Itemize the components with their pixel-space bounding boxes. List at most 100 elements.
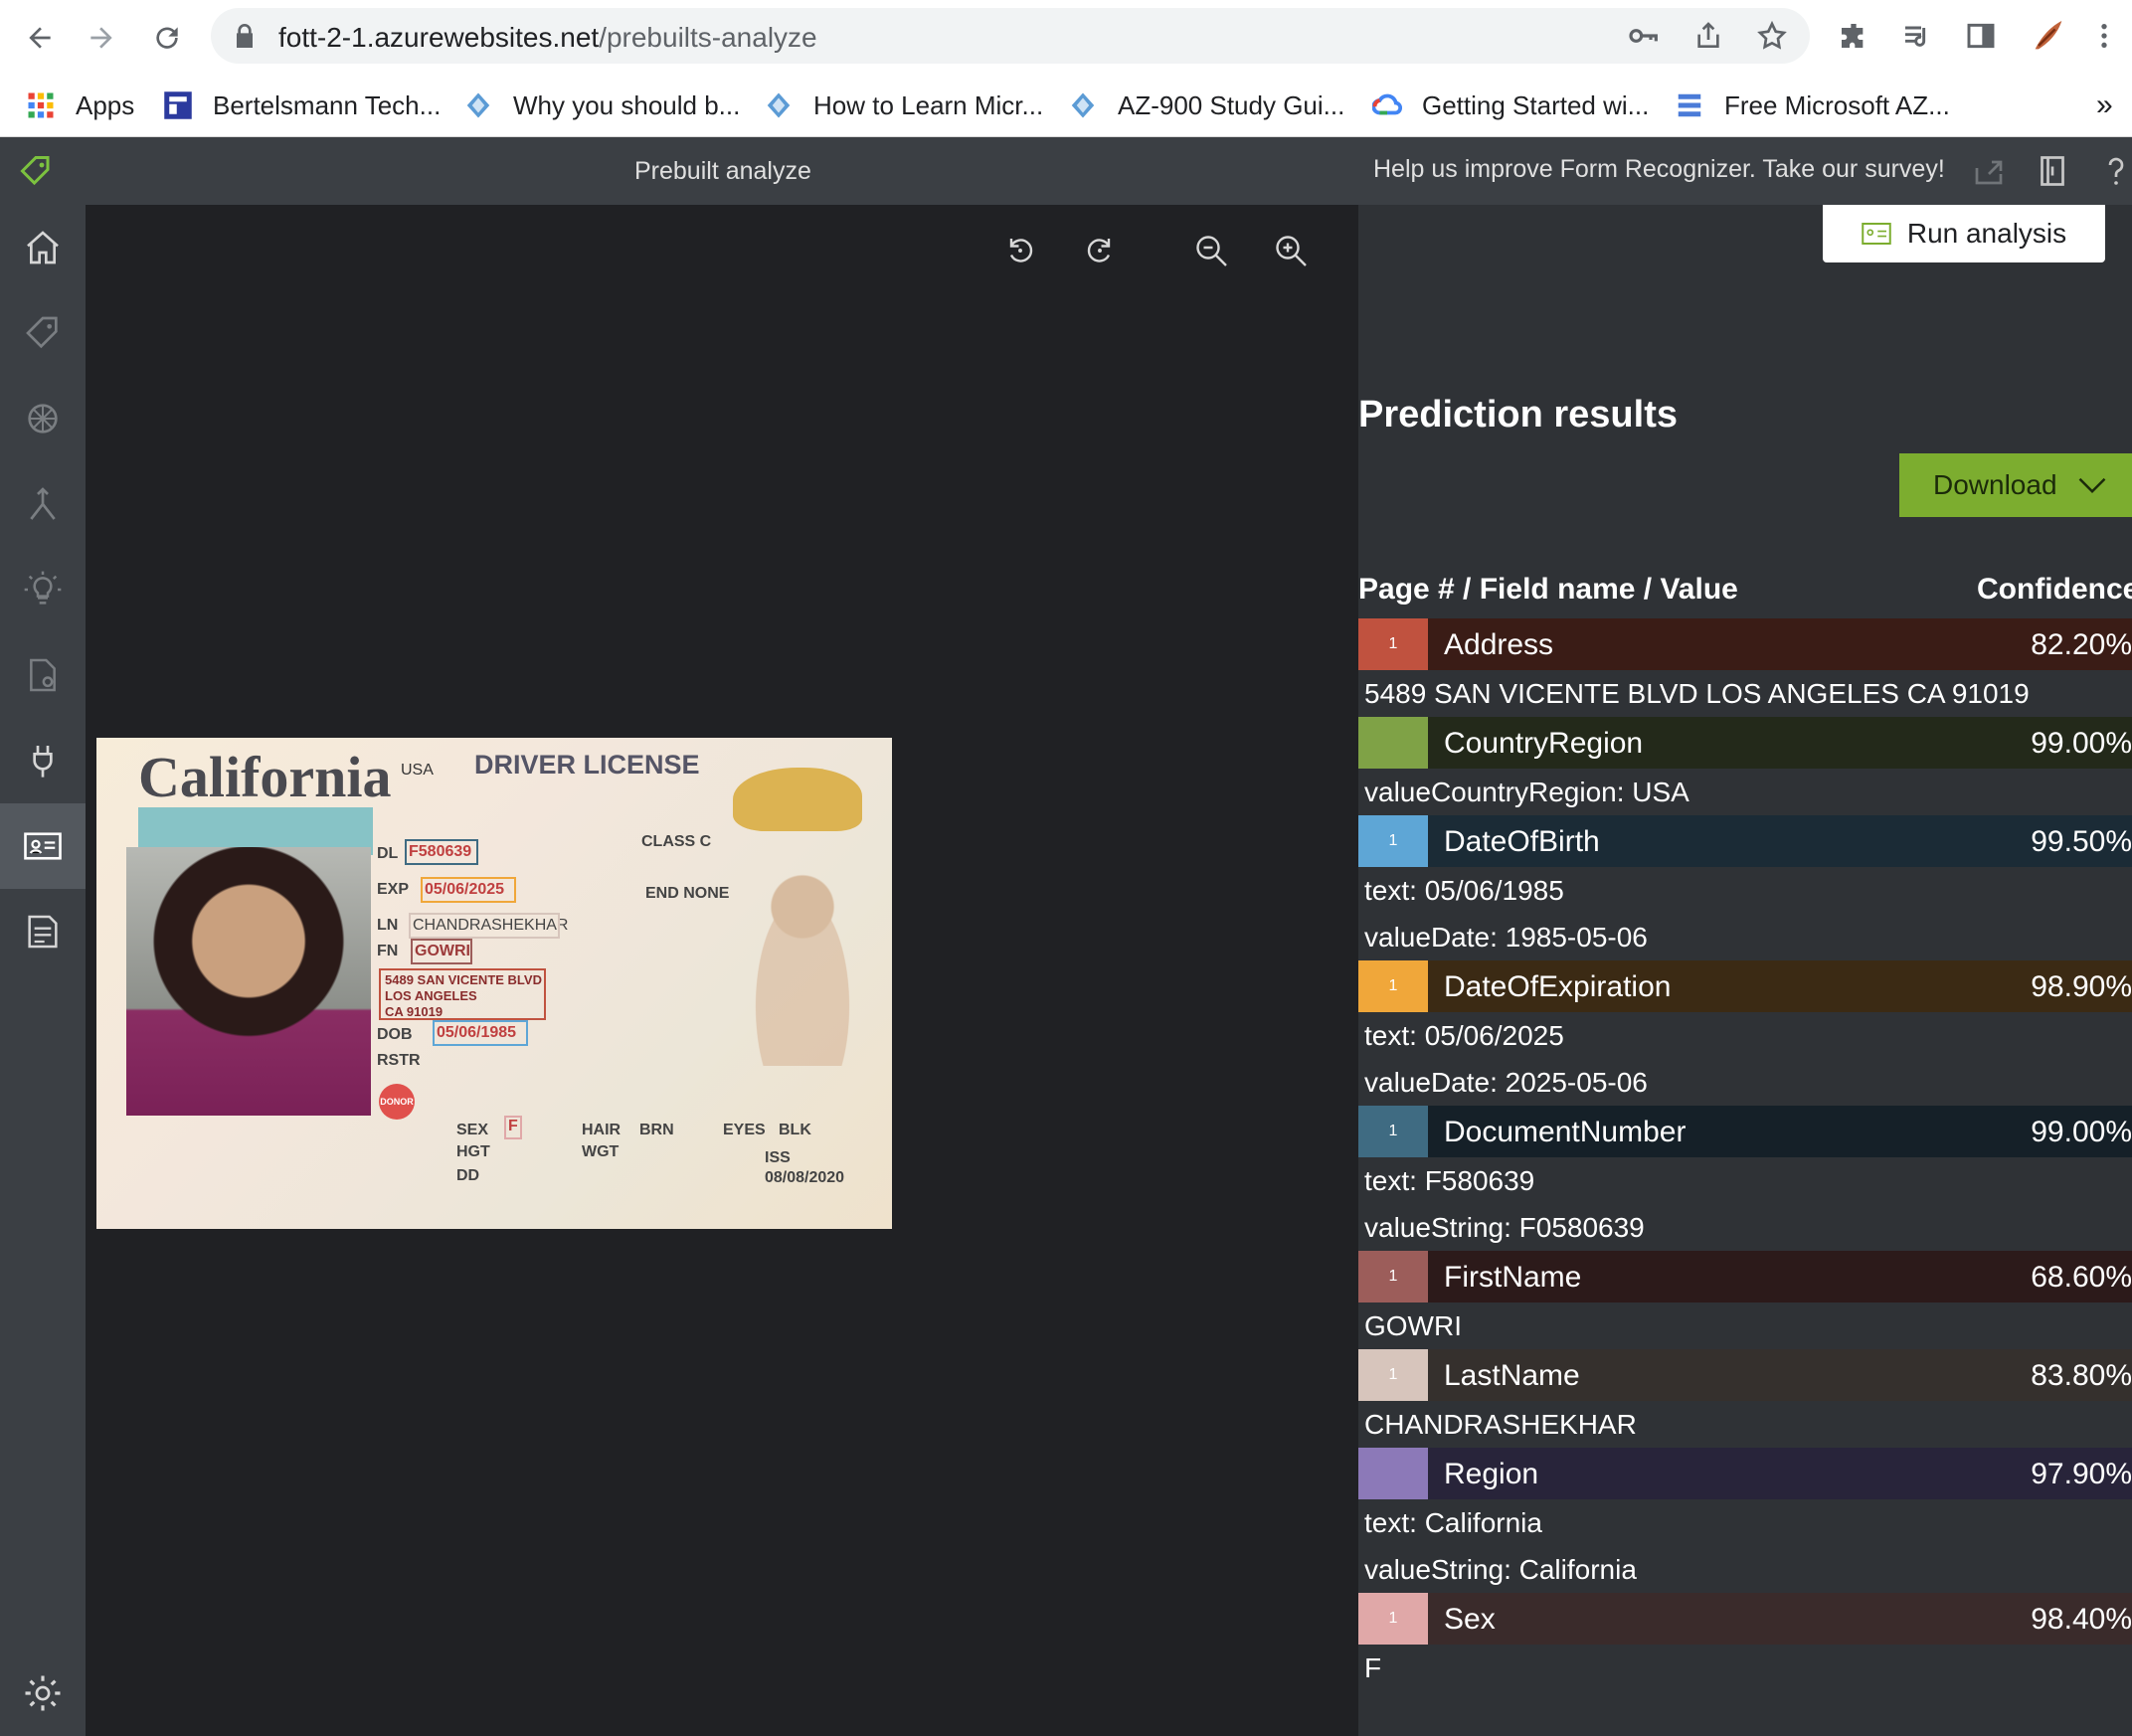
key-icon[interactable] — [1627, 20, 1659, 52]
bookmarks-bar: Apps Bertelsmann Tech... Why you should … — [0, 80, 2132, 135]
book-icon[interactable] — [2035, 153, 2070, 189]
url-host: fott-2-1.azurewebsites.net — [278, 22, 600, 53]
url-text: fott-2-1.azurewebsites.net/prebuilts-ana… — [278, 22, 817, 54]
donor-heart: DONOR — [379, 1084, 415, 1120]
bookmark-label: Apps — [76, 89, 135, 120]
tag-icon — [26, 316, 58, 349]
run-analysis-button[interactable]: Run analysis — [1823, 205, 2105, 262]
sidebar-item-home[interactable] — [0, 205, 86, 290]
back-arrow-icon[interactable] — [16, 14, 64, 62]
bookmarks-overflow[interactable]: » — [2096, 86, 2113, 125]
address-box — [379, 968, 546, 1020]
sidebar-item-connections[interactable] — [0, 718, 86, 803]
chevron-down-icon — [2078, 477, 2105, 494]
sidebar-item-document-settings[interactable] — [0, 632, 86, 718]
bookmark-label: How to Learn Micr... — [813, 89, 1044, 120]
field-value: CHANDRASHEKHAR — [1364, 1409, 1637, 1440]
bookmark-free-microsoft[interactable]: Free Microsoft AZ... — [1675, 86, 1950, 125]
help-icon[interactable] — [2098, 153, 2132, 189]
field-value: text: 05/06/2025 — [1364, 1020, 1564, 1051]
sidebar-item-insights[interactable] — [0, 547, 86, 632]
field-row-firstname[interactable]: 1 FirstName 68.60% — [1358, 1251, 2132, 1302]
field-row-address[interactable]: 1 Address 82.20% — [1358, 618, 2132, 670]
page-number-badge — [1358, 1448, 1428, 1499]
dl-label: DL — [377, 845, 399, 862]
hair-value: BRN — [639, 1122, 674, 1138]
field-row-countryregion[interactable]: CountryRegion 99.00% — [1358, 717, 2132, 769]
sidebar-item-receipt[interactable] — [0, 889, 86, 974]
share-icon[interactable] — [1692, 20, 1724, 52]
media-queue-icon[interactable] — [1901, 20, 1933, 52]
extensions-puzzle-icon[interactable] — [1838, 20, 1869, 52]
bookmark-why-you-should[interactable]: Why you should b... — [463, 86, 740, 125]
field-name: DateOfBirth — [1444, 825, 1600, 858]
share-out-icon[interactable] — [1971, 153, 2007, 189]
field-value: text: California — [1364, 1507, 1542, 1538]
column-header-confidence: Confidence — [1977, 573, 2132, 606]
field-confidence: 97.90% — [2031, 1458, 2132, 1490]
bookmark-apps[interactable]: Apps — [26, 86, 134, 125]
sex-box — [504, 1116, 522, 1139]
azure-icon — [466, 92, 490, 118]
bookmark-label: Free Microsoft AZ... — [1724, 89, 1950, 120]
bookmark-az900[interactable]: AZ-900 Study Gui... — [1068, 86, 1344, 125]
rotate-right-icon[interactable] — [1078, 229, 1122, 272]
fn-label: FN — [377, 943, 399, 959]
bookmark-label: AZ-900 Study Gui... — [1118, 89, 1345, 120]
sidebar-item-merge[interactable] — [0, 461, 86, 547]
field-value: 5489 SAN VICENTE BLVD LOS ANGELES CA 910… — [1364, 678, 2030, 709]
zoom-in-icon[interactable] — [1269, 229, 1313, 272]
bookmark-getting-started[interactable]: Getting Started wi... — [1372, 86, 1649, 125]
field-confidence: 68.60% — [2031, 1261, 2132, 1294]
more-vertical-icon[interactable] — [2088, 18, 2120, 54]
first-name-box — [411, 939, 472, 964]
rotate-left-icon[interactable] — [998, 229, 1042, 272]
azure-icon — [767, 92, 791, 118]
star-icon[interactable] — [1756, 20, 1788, 52]
exp-label: EXP — [377, 881, 410, 898]
field-confidence: 98.40% — [2031, 1603, 2132, 1636]
forward-arrow-icon[interactable] — [78, 14, 125, 62]
left-sidebar — [0, 205, 86, 1736]
field-row-lastname[interactable]: 1 LastName 83.80% — [1358, 1349, 2132, 1401]
plug-icon — [33, 746, 53, 778]
reload-icon[interactable] — [143, 14, 191, 62]
side-panel-icon[interactable] — [1965, 20, 1997, 52]
bookmark-bertelsmann[interactable]: Bertelsmann Tech... — [163, 86, 441, 125]
field-row-sex[interactable]: 1 Sex 98.40% — [1358, 1593, 2132, 1645]
page-number-badge: 1 — [1358, 618, 1428, 670]
download-label: Download — [1933, 469, 2057, 500]
prediction-panel: Run analysis Prediction results Download… — [1358, 205, 2132, 1736]
address-bar[interactable]: fott-2-1.azurewebsites.net/prebuilts-ana… — [211, 8, 1810, 64]
zoom-out-icon[interactable] — [1189, 229, 1233, 272]
survey-link[interactable]: Help us improve Form Recognizer. Take ou… — [1373, 155, 1945, 184]
sidebar-item-settings[interactable] — [0, 1650, 86, 1736]
field-name: Sex — [1444, 1603, 1496, 1636]
field-row-documentnumber[interactable]: 1 DocumentNumber 99.00% — [1358, 1106, 2132, 1157]
last-name-box — [409, 913, 560, 939]
license-type: DRIVER LICENSE — [474, 750, 700, 780]
download-button[interactable]: Download — [1899, 453, 2132, 517]
sidebar-item-model[interactable] — [0, 376, 86, 461]
field-row-dateofexpiration[interactable]: 1 DateOfExpiration 98.90% — [1358, 960, 2132, 1012]
driver-license-image: California USA DRIVER LICENSE DL F580639… — [96, 738, 892, 1229]
run-analysis-label: Run analysis — [1906, 218, 2067, 249]
tag-logo-icon[interactable] — [18, 153, 54, 189]
page-number-badge: 1 — [1358, 1251, 1428, 1302]
field-row-dateofbirth[interactable]: 1 DateOfBirth 99.50% — [1358, 815, 2132, 867]
rstr-label: RSTR — [377, 1052, 421, 1069]
expiration-box — [421, 877, 516, 903]
browser-chrome: fott-2-1.azurewebsites.net/prebuilts-ana… — [0, 0, 2132, 137]
sidebar-item-prebuilt-analyze[interactable] — [0, 803, 86, 889]
field-row-region[interactable]: Region 97.90% — [1358, 1448, 2132, 1499]
profile-avatar-icon[interactable] — [2029, 16, 2068, 56]
bookmark-how-to-learn[interactable]: How to Learn Micr... — [764, 86, 1043, 125]
page-number-badge: 1 — [1358, 1593, 1428, 1645]
sidebar-item-tags[interactable] — [0, 290, 86, 376]
field-value: text: 05/06/1985 — [1364, 875, 1564, 906]
field-value: valueCountryRegion: USA — [1364, 777, 1689, 807]
lock-icon — [237, 24, 253, 48]
eyes-label: EYES — [723, 1122, 766, 1138]
page-title: Prebuilt analyze — [634, 157, 811, 185]
id-card-icon — [24, 832, 62, 860]
